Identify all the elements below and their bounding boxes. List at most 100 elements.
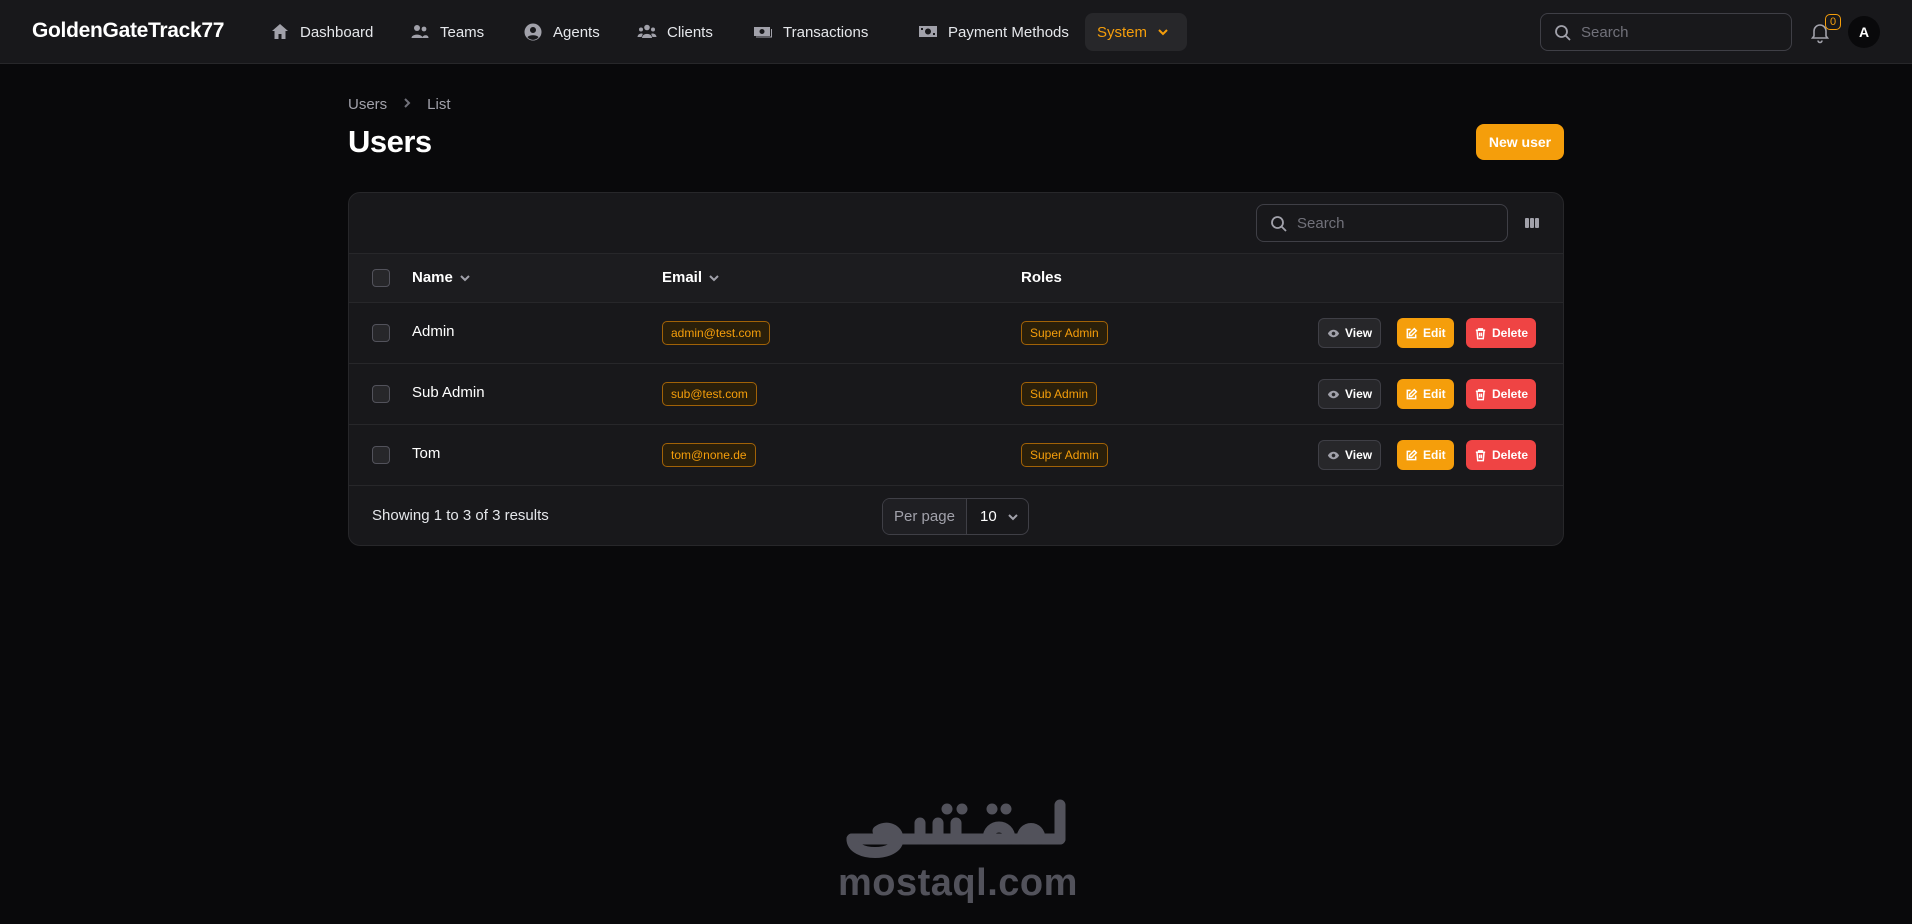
email-badge: sub@test.com — [662, 382, 757, 406]
global-search — [1540, 13, 1792, 51]
row-checkbox[interactable] — [372, 446, 390, 464]
user-name: Tom — [412, 445, 441, 462]
trash-icon — [1474, 388, 1487, 401]
per-page-select: Per page 10 — [882, 498, 1029, 535]
edit-icon — [1405, 327, 1418, 340]
edit-icon — [1405, 449, 1418, 462]
chevron-down-icon — [708, 272, 720, 284]
role-badge: Sub Admin — [1021, 382, 1098, 406]
nav-label: Agents — [553, 23, 600, 41]
money-icon — [918, 22, 938, 42]
email-badge: admin@test.com — [662, 321, 771, 345]
table-search — [1256, 204, 1508, 242]
chevron-down-icon — [459, 272, 471, 284]
notification-badge: 0 — [1825, 14, 1841, 30]
nav-label: Transactions — [783, 23, 869, 41]
chevron-right-icon — [401, 96, 413, 113]
column-label: Name — [412, 269, 453, 286]
edit-button[interactable]: Edit — [1397, 318, 1454, 348]
table-footer: Showing 1 to 3 of 3 results Per page 10 — [349, 486, 1563, 545]
nav-label: Payment Methods — [948, 23, 1069, 41]
row-checkbox[interactable] — [372, 385, 390, 403]
trash-icon — [1474, 327, 1487, 340]
search-icon — [1270, 215, 1288, 233]
chevron-down-icon — [1157, 26, 1169, 38]
column-header-roles: Roles — [1021, 269, 1062, 286]
eye-icon — [1327, 388, 1340, 401]
view-button[interactable]: View — [1318, 379, 1382, 409]
column-label: Roles — [1021, 269, 1062, 286]
per-page-dropdown[interactable]: 10 — [968, 499, 1028, 534]
nav-item-teams[interactable]: Teams — [398, 13, 496, 51]
delete-button[interactable]: Delete — [1466, 440, 1537, 470]
select-all-checkbox[interactable] — [372, 269, 390, 287]
trash-icon — [1474, 449, 1487, 462]
global-search-input[interactable] — [1581, 14, 1781, 50]
nav-item-transactions[interactable]: Transactions — [741, 13, 880, 51]
delete-label: Delete — [1492, 326, 1529, 340]
per-page-label: Per page — [883, 499, 967, 534]
view-label: View — [1345, 448, 1373, 462]
breadcrumb: Users List — [348, 96, 451, 113]
edit-label: Edit — [1423, 448, 1446, 462]
delete-button[interactable]: Delete — [1466, 379, 1537, 409]
delete-label: Delete — [1492, 387, 1529, 401]
column-label: Email — [662, 269, 703, 286]
user-circle-icon — [523, 22, 543, 42]
edit-button[interactable]: Edit — [1397, 379, 1454, 409]
users-group-icon — [637, 22, 657, 42]
view-button[interactable]: View — [1318, 440, 1382, 470]
table-row: Admin admin@test.com Super Admin View Ed… — [349, 303, 1563, 364]
users-table-card: Name Email Roles Admin admin@test.com Su… — [348, 192, 1564, 546]
chevron-down-icon — [1007, 511, 1019, 523]
view-button[interactable]: View — [1318, 318, 1382, 348]
view-label: View — [1345, 326, 1373, 340]
search-icon — [1554, 24, 1572, 42]
nav-item-payment-methods[interactable]: Payment Methods — [906, 13, 1081, 51]
users-group-icon — [410, 22, 430, 42]
role-badge: Super Admin — [1021, 321, 1108, 345]
column-header-name[interactable]: Name — [412, 269, 471, 286]
results-summary: Showing 1 to 3 of 3 results — [372, 507, 549, 524]
nav-item-agents[interactable]: Agents — [511, 13, 612, 51]
top-navbar: GoldenGateTrack77 Dashboard Teams Agents… — [0, 0, 1912, 64]
email-badge: tom@none.de — [662, 443, 756, 467]
nav-item-system[interactable]: System — [1085, 13, 1187, 51]
nav-label: Teams — [440, 23, 485, 41]
column-header-email[interactable]: Email — [662, 269, 720, 286]
breadcrumb-item-users[interactable]: Users — [348, 96, 387, 113]
banknotes-icon — [753, 22, 773, 42]
delete-label: Delete — [1492, 448, 1529, 462]
user-name: Sub Admin — [412, 384, 485, 401]
nav-label: System — [1097, 23, 1148, 41]
avatar[interactable]: A — [1848, 16, 1880, 48]
nav-item-clients[interactable]: Clients — [625, 13, 725, 51]
user-name: Admin — [412, 323, 455, 340]
edit-label: Edit — [1423, 326, 1446, 340]
view-label: View — [1345, 387, 1373, 401]
nav-label: Dashboard — [300, 23, 374, 41]
home-icon — [270, 22, 290, 42]
brand-logo[interactable]: GoldenGateTrack77 — [32, 19, 224, 43]
nav-item-dashboard[interactable]: Dashboard — [258, 13, 385, 51]
columns-toggle-icon[interactable] — [1524, 215, 1540, 231]
watermark-text: mostaql.com — [838, 862, 1078, 904]
delete-button[interactable]: Delete — [1466, 318, 1537, 348]
page-title: Users — [348, 124, 432, 159]
table-header: Name Email Roles — [349, 253, 1563, 303]
table-search-input[interactable] — [1297, 205, 1497, 241]
new-user-button[interactable]: New user — [1476, 124, 1564, 160]
table-row: Tom tom@none.de Super Admin View Edit De… — [349, 425, 1563, 486]
edit-button[interactable]: Edit — [1397, 440, 1454, 470]
breadcrumb-item-list[interactable]: List — [427, 96, 450, 113]
edit-label: Edit — [1423, 387, 1446, 401]
edit-icon — [1405, 388, 1418, 401]
mostaql-logo — [846, 799, 1066, 858]
nav-label: Clients — [667, 23, 713, 41]
eye-icon — [1327, 449, 1340, 462]
role-badge: Super Admin — [1021, 443, 1108, 467]
table-row: Sub Admin sub@test.com Sub Admin View Ed… — [349, 364, 1563, 425]
per-page-value: 10 — [980, 508, 997, 525]
eye-icon — [1327, 327, 1340, 340]
row-checkbox[interactable] — [372, 324, 390, 342]
